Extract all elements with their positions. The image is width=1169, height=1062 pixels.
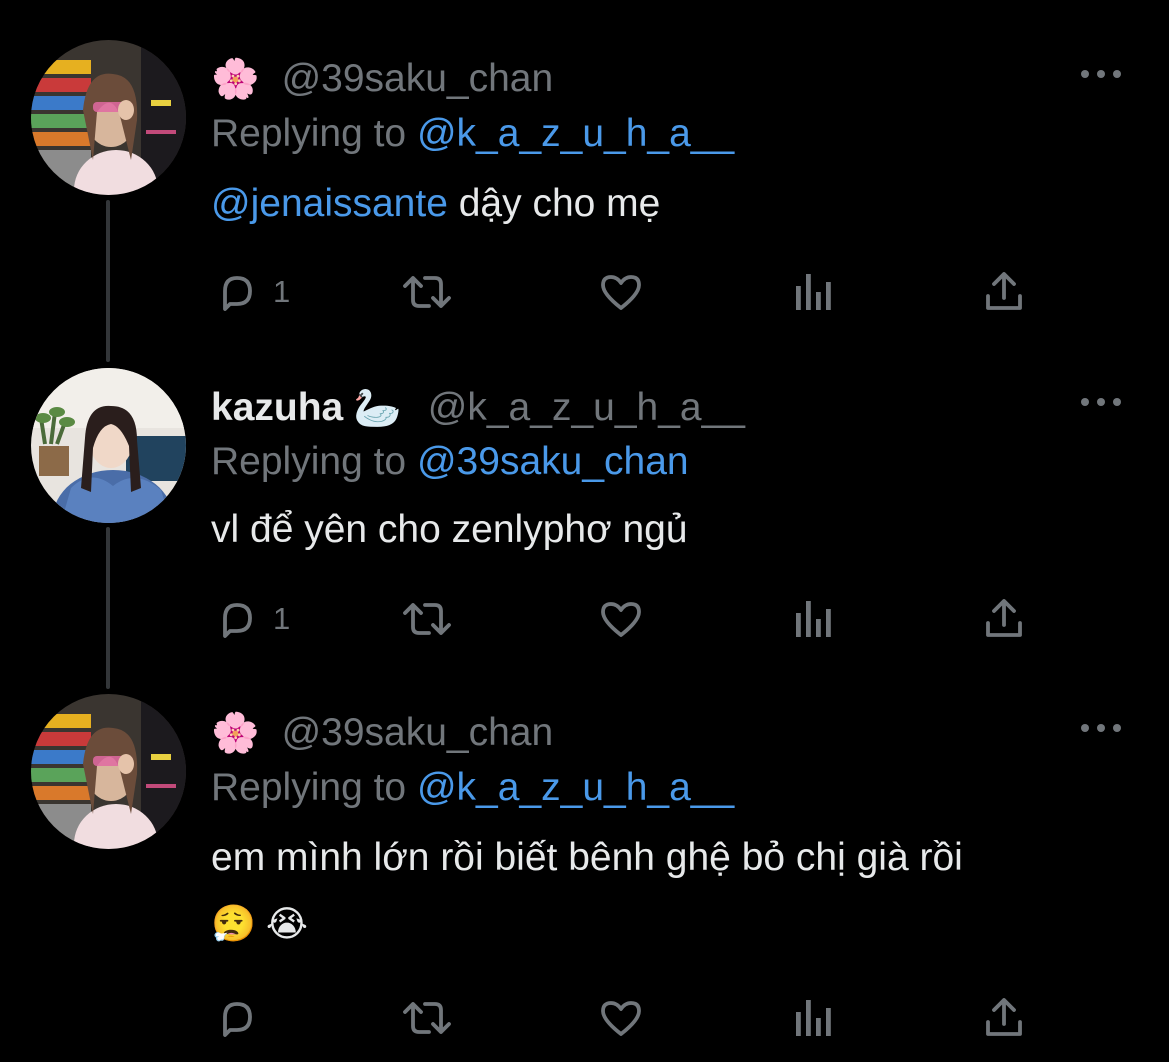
share-button[interactable] — [981, 267, 1027, 317]
body-emojis: 😮‍💨 😭 — [211, 903, 308, 944]
avatar[interactable] — [31, 40, 186, 195]
tweet[interactable]: kazuha 🦢 @k_a_z_u_h_a__ Replying to @39s… — [0, 350, 1169, 680]
user-handle[interactable]: @39saku_chan — [282, 711, 554, 755]
replying-to-line: Replying to @k_a_z_u_h_a__ — [211, 112, 734, 156]
like-icon — [601, 1001, 641, 1036]
user-handle[interactable]: @k_a_z_u_h_a__ — [428, 386, 745, 430]
tweet[interactable]: 🌸 @39saku_chan Replying to @k_a_z_u_h_a_… — [0, 0, 1169, 340]
action-bar: 1 — [211, 267, 1031, 317]
share-button[interactable] — [981, 594, 1027, 644]
views-button[interactable] — [790, 993, 834, 1043]
retweet-icon — [403, 276, 451, 308]
tweet-header: 🌸 @39saku_chan — [211, 708, 553, 758]
views-icon — [796, 1000, 831, 1036]
like-button[interactable] — [595, 594, 647, 644]
cherry-blossom-icon: 🌸 — [211, 58, 260, 101]
tweet-text: @jenaissante dậy cho mẹ — [211, 178, 660, 230]
reply-icon — [223, 603, 252, 638]
replying-to-label: Replying to — [211, 440, 407, 483]
cherry-blossom-icon: 🌸 — [211, 712, 260, 755]
retweet-button[interactable] — [397, 993, 457, 1043]
reply-icon — [223, 276, 252, 311]
avatar[interactable] — [31, 694, 186, 849]
retweet-button[interactable] — [397, 267, 457, 317]
tweet-header: 🌸 @39saku_chan — [211, 54, 553, 104]
share-icon — [986, 599, 1022, 637]
reply-button[interactable] — [213, 993, 273, 1043]
views-button[interactable] — [790, 594, 834, 644]
like-icon — [601, 602, 641, 637]
retweet-icon — [403, 1002, 451, 1034]
tweet-text: em mình lớn rồi biết bênh ghệ bỏ chị già… — [211, 832, 963, 950]
action-bar: 1 — [211, 594, 1031, 644]
views-icon — [796, 274, 831, 310]
user-handle[interactable]: @39saku_chan — [282, 57, 554, 101]
reply-count: 1 — [273, 601, 291, 636]
views-button[interactable] — [790, 267, 834, 317]
retweet-icon — [403, 603, 451, 635]
reply-button[interactable]: 1 — [213, 594, 290, 644]
replying-to-mention[interactable]: @39saku_chan — [417, 440, 689, 483]
action-bar — [211, 993, 1031, 1043]
tweet-header: kazuha 🦢 @k_a_z_u_h_a__ — [211, 383, 745, 433]
replying-to-label: Replying to — [211, 112, 407, 155]
more-icon[interactable] — [1081, 718, 1121, 738]
replying-to-mention[interactable]: @k_a_z_u_h_a__ — [417, 766, 734, 809]
share-icon — [986, 998, 1022, 1036]
avatar[interactable] — [31, 368, 186, 523]
body-text: dậy cho mẹ — [447, 182, 661, 225]
reply-count: 1 — [273, 274, 291, 309]
retweet-button[interactable] — [397, 594, 457, 644]
body-text: em mình lớn rồi biết bênh ghệ bỏ chị già… — [211, 836, 963, 879]
replying-to-line: Replying to @k_a_z_u_h_a__ — [211, 766, 734, 810]
body-mention-link[interactable]: @jenaissante — [211, 182, 448, 225]
share-icon — [986, 272, 1022, 310]
views-icon — [796, 601, 831, 637]
more-icon[interactable] — [1081, 64, 1121, 84]
reply-button[interactable]: 1 — [213, 267, 290, 317]
replying-to-mention[interactable]: @k_a_z_u_h_a__ — [417, 112, 734, 155]
like-icon — [601, 275, 641, 310]
like-button[interactable] — [595, 993, 647, 1043]
reply-icon — [223, 1002, 252, 1037]
replying-to-label: Replying to — [211, 766, 407, 809]
display-name[interactable]: kazuha — [211, 386, 343, 430]
swan-icon: 🦢 — [353, 387, 402, 430]
tweet[interactable]: 🌸 @39saku_chan Replying to @k_a_z_u_h_a_… — [0, 680, 1169, 1062]
like-button[interactable] — [595, 267, 647, 317]
more-icon[interactable] — [1081, 392, 1121, 412]
replying-to-line: Replying to @39saku_chan — [211, 440, 689, 484]
share-button[interactable] — [981, 993, 1027, 1043]
tweet-text: vl để yên cho zenlyphơ ngủ — [211, 508, 688, 551]
